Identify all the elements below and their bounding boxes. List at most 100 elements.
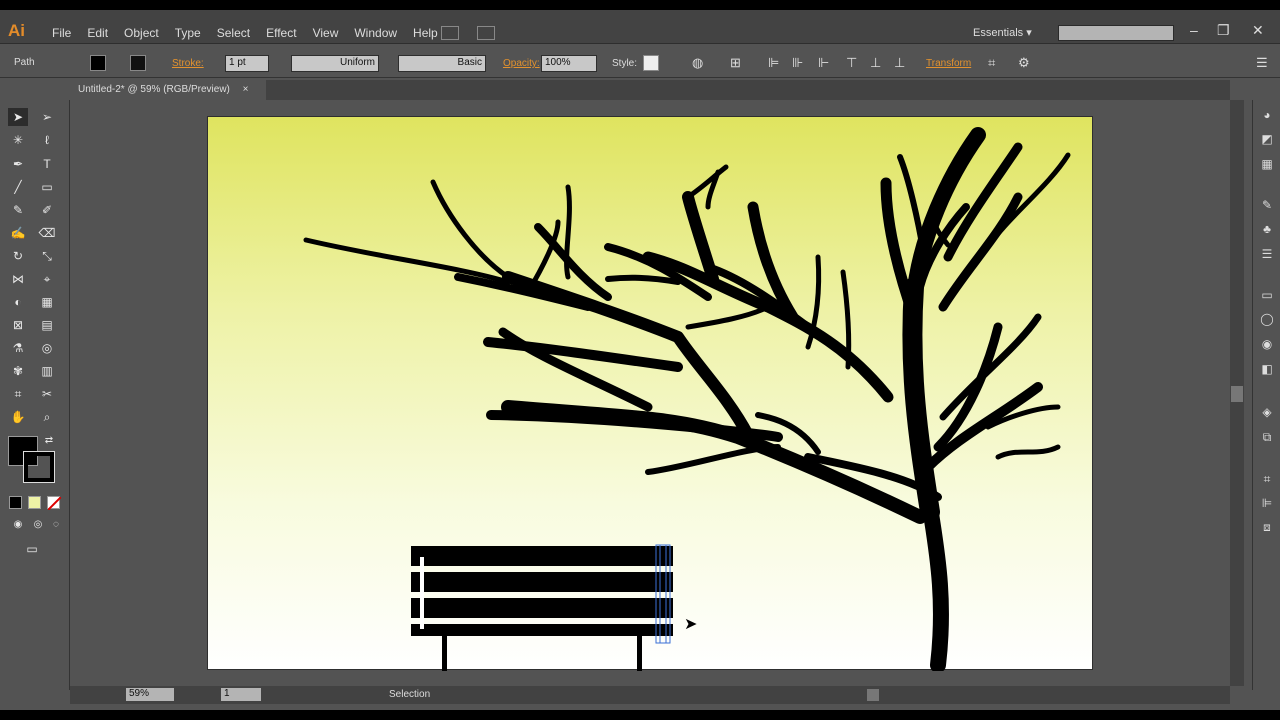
menu-object[interactable]: Object [116,26,167,40]
rectangle-tool-icon[interactable]: ▭ [37,178,57,196]
menu-file[interactable]: File [44,26,79,40]
horizontal-scroll-thumb[interactable] [867,689,879,701]
opacity-label[interactable]: Opacity: [503,58,540,75]
none-mode-icon[interactable] [47,496,62,511]
paintbrush-tool-icon[interactable]: ✎ [8,201,28,219]
close-button[interactable]: ✕ [1252,22,1264,39]
align-top-icon[interactable]: ⊤ [846,55,857,72]
align-to-icon[interactable]: ⊞ [730,55,741,72]
free-transform-tool-icon[interactable]: ⌖ [37,270,57,288]
line-tool-icon[interactable]: ╱ [8,178,28,196]
isolate-icon[interactable]: ⌗ [988,55,995,72]
minimize-button[interactable]: ‒ [1190,22,1198,38]
blob-brush-tool-icon[interactable]: ✍ [8,224,28,242]
menu-help[interactable]: Help [405,26,446,40]
swap-colors-icon[interactable]: ⇄ [42,432,56,450]
menu-edit[interactable]: Edit [79,26,116,40]
variable-width-profile[interactable]: Uniform [291,55,379,72]
pathfinder-panel-icon[interactable]: ⧈ [1259,520,1275,536]
shape-builder-tool-icon[interactable]: ◐ [8,293,28,311]
layers-panel-icon[interactable]: ◈ [1259,405,1275,421]
color-panel-icon[interactable]: ◕ [1259,108,1275,124]
selection-tool-icon[interactable]: ➤ [8,108,28,126]
draw-inside-icon[interactable]: ◌ [46,516,66,534]
document-tab[interactable]: Untitled-2* @ 59% (RGB/Preview) × [70,80,266,100]
color-guide-icon[interactable]: ◩ [1259,132,1275,148]
artwork[interactable] [208,117,1094,673]
scroll-thumb[interactable] [1231,386,1243,402]
direct-selection-tool-icon[interactable]: ➢ [37,108,57,126]
align-left-icon[interactable]: ⊫ [768,55,779,72]
menu-view[interactable]: View [305,26,347,40]
settings-icon[interactable]: ⚙ [1018,55,1030,72]
graphic-styles-panel-icon[interactable]: ◧ [1259,362,1275,378]
gradient-tool-icon[interactable]: ▤ [37,316,57,334]
align-bottom-icon[interactable]: ⊥ [894,55,905,72]
pen-tool-icon[interactable]: ✒ [8,155,28,173]
stroke-weight-field[interactable]: 1 pt [225,55,269,72]
align-middle-icon[interactable]: ⊥ [870,55,881,72]
graphic-style-swatch[interactable] [643,55,659,71]
magic-wand-tool-icon[interactable]: ✳ [8,131,28,149]
eraser-tool-icon[interactable]: ⌫ [37,224,57,242]
align-panel-icon[interactable]: ⊫ [1259,496,1275,512]
type-tool-icon[interactable]: T [37,155,57,173]
menu-select[interactable]: Select [209,26,258,40]
gradient-mode-icon[interactable] [28,496,41,509]
menu-effect[interactable]: Effect [258,26,304,40]
screen-mode-icon[interactable]: ▭ [22,540,42,558]
zoom-tool-icon[interactable]: ⌕ [37,408,57,426]
artboard-tool-icon[interactable]: ⌗ [8,385,28,403]
opacity-field[interactable]: 100% [541,55,597,72]
current-tool-status[interactable]: Selection [389,689,430,700]
canvas-area[interactable]: ➤ [70,100,1230,686]
stroke-swatch[interactable] [130,55,146,71]
draw-normal-icon[interactable]: ◉ [8,516,28,534]
eyedropper-tool-icon[interactable]: ⚗ [8,339,28,357]
transform-panel-icon[interactable]: ⌗ [1259,472,1275,488]
recolor-artwork-icon[interactable]: ◍ [692,55,703,72]
bridge-icon[interactable] [441,26,459,40]
color-mode-icon[interactable] [9,496,22,509]
symbols-panel-icon[interactable]: ♣ [1259,222,1275,238]
symbol-sprayer-tool-icon[interactable]: ✾ [8,362,28,380]
transform-link[interactable]: Transform [926,58,971,75]
arrange-documents-icon[interactable] [477,26,495,40]
swatches-panel-icon[interactable]: ▦ [1259,157,1275,173]
menu-window[interactable]: Window [346,26,405,40]
width-tool-icon[interactable]: ⋈ [8,270,28,288]
mesh-tool-icon[interactable]: ⊠ [8,316,28,334]
draw-behind-icon[interactable]: ◎ [28,516,48,534]
fill-swatch[interactable] [90,55,106,71]
perspective-grid-tool-icon[interactable]: ▦ [37,293,57,311]
artboard[interactable] [207,116,1094,673]
artboard-number-field[interactable]: 1 [221,688,261,701]
artboards-panel-icon[interactable]: ⧉ [1259,430,1275,446]
brushes-panel-icon[interactable]: ✎ [1259,198,1275,214]
panel-menu-icon[interactable]: ☰ [1256,55,1268,72]
hand-tool-icon[interactable]: ✋ [8,408,28,426]
vertical-scrollbar[interactable] [1230,100,1244,686]
stroke-panel-icon[interactable]: ☰ [1259,247,1275,263]
pencil-tool-icon[interactable]: ✐ [37,201,57,219]
close-tab-icon[interactable]: × [243,84,249,95]
align-center-icon[interactable]: ⊪ [792,55,803,72]
blend-tool-icon[interactable]: ◎ [37,339,57,357]
zoom-field[interactable]: 59% [126,688,174,701]
rotate-tool-icon[interactable]: ↻ [8,247,28,265]
appearance-panel-icon[interactable]: ◉ [1259,337,1275,353]
scale-tool-icon[interactable]: ⤡ [37,247,57,265]
restore-button[interactable]: ❐ [1217,22,1230,39]
workspace-switcher[interactable]: Essentials ▾ [973,26,1032,39]
column-graph-tool-icon[interactable]: ▥ [37,362,57,380]
stroke-color-box[interactable] [23,451,55,483]
stroke-label[interactable]: Stroke: [172,58,204,75]
lasso-tool-icon[interactable]: ℓ [37,131,57,149]
slice-tool-icon[interactable]: ✂ [37,385,57,403]
gradient-panel-icon[interactable]: ▭ [1259,288,1275,304]
search-input[interactable] [1058,25,1174,41]
menu-type[interactable]: Type [167,26,209,40]
transparency-panel-icon[interactable]: ◯ [1259,312,1275,328]
brush-definition[interactable]: Basic [398,55,486,72]
align-right-icon[interactable]: ⊩ [818,55,829,72]
